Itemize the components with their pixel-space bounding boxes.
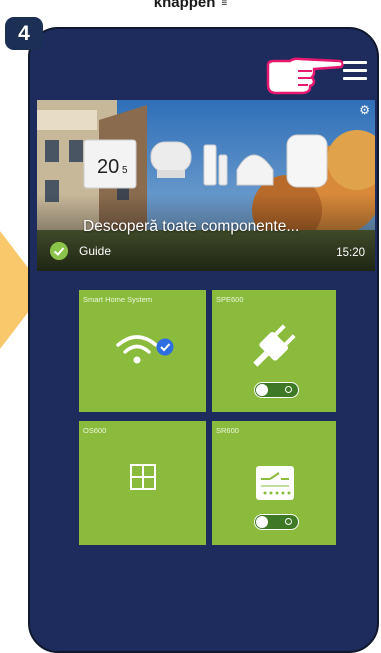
relay-toggle[interactable] <box>254 514 299 530</box>
phone-screen: 20 5 ⚙ Descoperă toate componente... Gui… <box>28 27 379 653</box>
tile-label: SPE600 <box>216 295 244 304</box>
tile-label: SR600 <box>216 426 239 435</box>
check-circle-icon <box>50 242 68 260</box>
app-header <box>30 29 377 101</box>
switch-module-icon <box>256 466 294 500</box>
window-icon <box>130 464 156 490</box>
plug-icon <box>253 324 296 367</box>
instruction-caption: knappen ≡ <box>0 0 381 11</box>
wifi-check-icon <box>116 335 174 364</box>
caption-text: knappen <box>153 0 216 11</box>
guide-tag: Guide <box>79 244 112 258</box>
banner-time: 15:20 <box>336 247 365 259</box>
banner-title: Descoperă toate componente... <box>83 218 300 235</box>
tile-label: OS600 <box>83 426 107 435</box>
hamburger-menu-icon[interactable] <box>343 61 369 81</box>
caption-menu-glyph: ≡ <box>221 0 228 9</box>
step-badge: 4 <box>5 17 43 50</box>
tile-os600[interactable]: OS600 <box>79 421 206 545</box>
gear-icon[interactable]: ⚙ <box>359 103 370 117</box>
guide-banner[interactable]: 20 5 ⚙ Descoperă toate componente... Gui… <box>37 100 375 271</box>
pointing-hand-icon <box>266 57 344 95</box>
power-toggle[interactable] <box>254 382 299 398</box>
tile-spe600[interactable]: SPE600 <box>212 290 336 412</box>
tile-label: Smart Home System <box>83 295 153 304</box>
tile-sr600[interactable]: SR600 <box>212 421 336 545</box>
tile-smart-home-system[interactable]: Smart Home System <box>79 290 206 412</box>
